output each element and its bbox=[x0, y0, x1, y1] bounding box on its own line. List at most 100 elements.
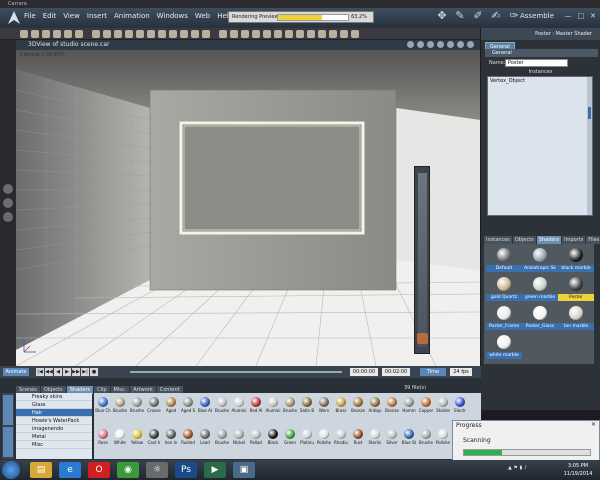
storyboard-room-icon[interactable]: ✐ bbox=[471, 9, 485, 23]
shader-item[interactable]: green marble bbox=[522, 275, 558, 305]
texture-room-icon[interactable]: ✍ bbox=[489, 9, 503, 23]
grid-icon[interactable] bbox=[427, 41, 434, 48]
toolbar-tool-icon[interactable] bbox=[318, 30, 326, 38]
toolbar-tool-icon[interactable] bbox=[340, 30, 348, 38]
shader-thumbnail[interactable]: Brushe bbox=[283, 395, 297, 425]
folder-item[interactable]: Freaky skins bbox=[16, 393, 92, 401]
shader-item[interactable]: Poster bbox=[558, 275, 594, 305]
camera-nav-button[interactable] bbox=[417, 333, 428, 344]
folder-item[interactable]: Misc bbox=[16, 441, 92, 449]
taskbar-photoshop-icon[interactable]: Ps bbox=[175, 462, 197, 478]
menu-item-web[interactable]: Web bbox=[195, 11, 210, 21]
fps-field[interactable]: 24 fps bbox=[450, 368, 472, 376]
tab-objects[interactable]: Objects bbox=[512, 236, 536, 244]
shader-thumbnail[interactable]: Copper bbox=[419, 395, 433, 425]
toolbar-tool-icon[interactable] bbox=[147, 30, 155, 38]
shader-thumbnail[interactable]: Lead bbox=[199, 427, 211, 457]
shader-item[interactable]: Anisotropic Sk bbox=[522, 246, 558, 276]
progress-close-button[interactable]: ✕ bbox=[591, 421, 596, 428]
shader-thumbnail[interactable]: Iron In bbox=[165, 427, 177, 457]
menu-item-animation[interactable]: Animation bbox=[114, 11, 150, 21]
shader-thumbnail[interactable]: Satin B bbox=[300, 395, 314, 425]
shader-thumbnail[interactable]: Polishe bbox=[317, 427, 331, 457]
shader-thumbnail[interactable]: Brushe bbox=[130, 395, 144, 425]
toolbar-tool-icon[interactable] bbox=[241, 30, 249, 38]
shader-thumbnail[interactable]: Rust bbox=[352, 427, 364, 457]
toolbar-tool-icon[interactable] bbox=[351, 30, 359, 38]
toolbar-tool-icon[interactable] bbox=[31, 30, 39, 38]
transport-button[interactable]: ▶▶ bbox=[72, 368, 80, 376]
toolbar-tool-icon[interactable] bbox=[252, 30, 260, 38]
shader-thumbnail[interactable]: Polishe bbox=[436, 427, 450, 457]
tray-icons[interactable]: ▲ ⚑ ▮ ♪ bbox=[508, 465, 527, 471]
timeline-scrubber[interactable] bbox=[130, 371, 342, 373]
taskbar-video-player-icon[interactable]: ▶ bbox=[204, 462, 226, 478]
taskbar-file-explorer-icon[interactable]: ▤ bbox=[30, 462, 52, 478]
taskbar-app-window-icon[interactable]: ▣ bbox=[233, 462, 255, 478]
shader-thumbnail[interactable]: Aged S bbox=[181, 395, 195, 425]
instance-item[interactable]: Vertex_Object bbox=[490, 78, 525, 84]
toolbar-tool-icon[interactable] bbox=[158, 30, 166, 38]
assemble-room-icon[interactable]: ✥ bbox=[435, 9, 449, 23]
scale-tool-icon[interactable] bbox=[3, 212, 13, 222]
toolbar-tool-icon[interactable] bbox=[53, 30, 61, 38]
start-button[interactable] bbox=[2, 461, 20, 479]
camera-nav-handle[interactable] bbox=[418, 173, 427, 347]
menu-item-view[interactable]: View bbox=[63, 11, 80, 21]
toolbar-tool-icon[interactable] bbox=[75, 30, 83, 38]
transport-button[interactable]: ▶| bbox=[81, 368, 89, 376]
toolbar-tool-icon[interactable] bbox=[20, 30, 28, 38]
move-tool-icon[interactable] bbox=[3, 184, 13, 194]
transport-button[interactable]: ● bbox=[90, 368, 98, 376]
toolbar-tool-icon[interactable] bbox=[169, 30, 177, 38]
toolbar-tool-icon[interactable] bbox=[329, 30, 337, 38]
shader-thumbnail[interactable]: Brushe bbox=[113, 395, 127, 425]
shader-thumbnail[interactable]: Blue Al bbox=[198, 395, 212, 425]
folder-item[interactable]: imagenendo bbox=[16, 425, 92, 433]
shader-thumbnail[interactable]: Pallad bbox=[250, 427, 262, 457]
toolbar-tool-icon[interactable] bbox=[136, 30, 144, 38]
browser-side-tab[interactable] bbox=[3, 427, 13, 457]
pan-icon[interactable] bbox=[457, 41, 464, 48]
shader-thumbnail[interactable]: Black bbox=[267, 427, 279, 457]
toolbar-tool-icon[interactable] bbox=[296, 30, 304, 38]
general-section-header[interactable]: General bbox=[485, 49, 598, 57]
shader-thumbnail[interactable]: Brushe bbox=[215, 395, 229, 425]
tab-instances[interactable]: Instances bbox=[484, 236, 512, 244]
shader-thumbnail[interactable]: Alumini bbox=[265, 395, 281, 425]
tab-imports[interactable]: Imports bbox=[562, 236, 586, 244]
tab-shaders[interactable]: Shaders bbox=[536, 236, 562, 244]
taskbar-carrara-icon[interactable]: ☼ bbox=[146, 462, 168, 478]
toolbar-tool-icon[interactable] bbox=[42, 30, 50, 38]
3d-viewport[interactable] bbox=[16, 50, 480, 366]
model-room-icon[interactable]: ✎ bbox=[453, 9, 467, 23]
shader-thumbnail[interactable]: Brushe bbox=[419, 427, 433, 457]
close-button[interactable]: ✕ bbox=[590, 11, 596, 21]
time-end-field[interactable]: 00:02:00 bbox=[382, 368, 410, 376]
animate-button[interactable]: Animate bbox=[3, 368, 29, 376]
shader-thumbnail[interactable]: Rhodiu bbox=[334, 427, 348, 457]
shader-item[interactable]: white marble bbox=[486, 333, 522, 363]
shader-item[interactable]: Default bbox=[486, 246, 522, 276]
system-clock[interactable]: 3:05 PM 11/19/2014 bbox=[558, 462, 598, 478]
shader-thumbnail[interactable]: Crosse bbox=[147, 395, 161, 425]
shader-thumbnail[interactable]: Yellow bbox=[131, 427, 143, 457]
folder-item[interactable]: Metal bbox=[16, 433, 92, 441]
toolbar-tool-icon[interactable] bbox=[219, 30, 227, 38]
shader-thumbnail[interactable]: Antiqu bbox=[368, 395, 382, 425]
toolbar-tool-icon[interactable] bbox=[103, 30, 111, 38]
maximize-button[interactable]: □ bbox=[578, 11, 585, 21]
transport-button[interactable]: ◀◀ bbox=[45, 368, 53, 376]
toolbar-tool-icon[interactable] bbox=[202, 30, 210, 38]
shader-thumbnail[interactable]: Platinu bbox=[300, 427, 314, 457]
shader-thumbnail[interactable]: Brass bbox=[335, 395, 347, 425]
taskbar-chrome-icon[interactable]: ◉ bbox=[117, 462, 139, 478]
shader-thumbnail[interactable]: Brushe bbox=[215, 427, 229, 457]
shader-thumbnail[interactable]: Hamm bbox=[402, 395, 416, 425]
taskbar-internet-explorer-icon[interactable]: e bbox=[59, 462, 81, 478]
shader-thumbnail[interactable]: Rose bbox=[97, 427, 109, 457]
camera-icon[interactable] bbox=[417, 41, 424, 48]
name-field[interactable]: Poster bbox=[505, 59, 568, 67]
toolbar-tool-icon[interactable] bbox=[92, 30, 100, 38]
tab-files[interactable]: Files bbox=[586, 236, 600, 244]
